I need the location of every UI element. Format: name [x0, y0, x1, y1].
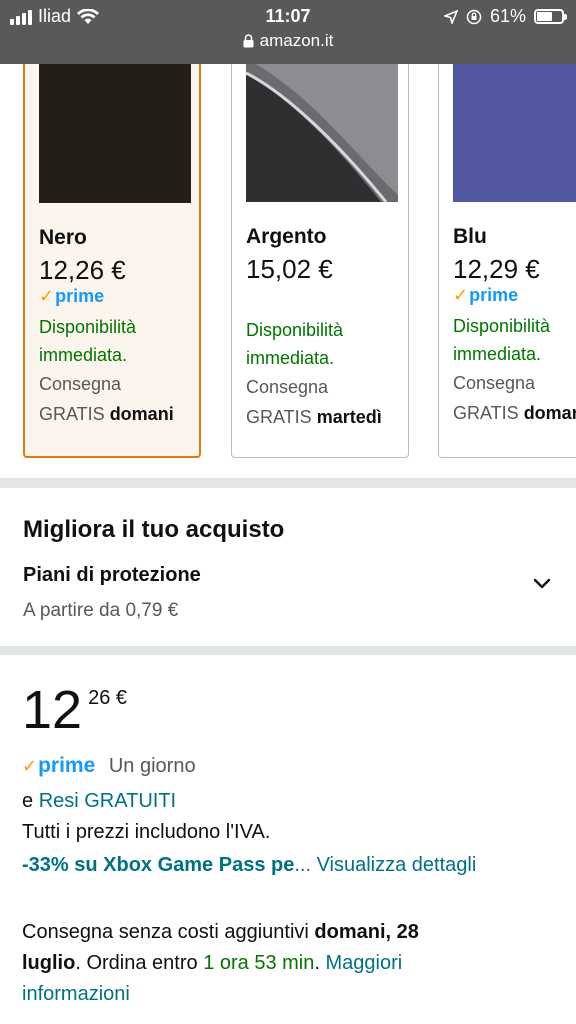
- section-title: Migliora il tuo acquisto: [23, 516, 285, 543]
- prime-delivery-speed: Un giorno: [108, 755, 196, 777]
- swatch-nero: [39, 64, 191, 203]
- url-text: amazon.it: [259, 31, 334, 50]
- prime-delivery-line: ✓ prime Un giorno: [22, 755, 196, 778]
- more-info-link[interactable]: Maggiori: [325, 952, 402, 974]
- availability: Disponibilità immediata.: [246, 320, 344, 368]
- variant-image: [25, 64, 199, 216]
- delivery-line-2: luglio. Ordina entro 1 ora 53 min. Maggi…: [22, 952, 403, 974]
- section-divider: [0, 646, 576, 655]
- variant-price: 12,26 €: [39, 255, 126, 285]
- delivery-line-3: informazioni: [22, 983, 130, 1006]
- variant-image: [232, 64, 408, 215]
- more-info-link-cont[interactable]: informazioni: [22, 983, 130, 1005]
- prime-check-icon: ✓: [39, 286, 55, 306]
- price-whole: 12: [22, 680, 83, 740]
- prime-badge: ✓ prime: [39, 286, 105, 306]
- variant-name: Blu: [453, 225, 487, 248]
- improve-purchase-section: Migliora il tuo acquisto Piani di protez…: [0, 486, 576, 648]
- promo-text: -33% su Xbox Game Pass pe: [22, 854, 295, 876]
- vat-note: Tutti i prezzi includono l'IVA.: [22, 821, 271, 843]
- delivery-line-1: Consegna senza costi aggiuntivi domani, …: [22, 921, 419, 943]
- order-countdown: 1 ora 53 min: [203, 952, 315, 974]
- variant-card-argento[interactable]: Argento 15,02 € Disponibilità immediata. …: [231, 64, 409, 458]
- address-bar[interactable]: amazon.it: [0, 31, 576, 51]
- variant-card-nero[interactable]: Nero 12,26 € ✓ prime Disponibilità immedia…: [23, 64, 201, 458]
- variant-selector: Nero 12,26 € ✓ prime Disponibilità immedia…: [0, 64, 576, 464]
- delivery-info: ConsegnaGRATIS domani: [39, 374, 174, 424]
- prime-check-icon: ✓: [453, 285, 469, 305]
- variant-name: Argento: [246, 225, 327, 248]
- protection-plan-title[interactable]: Piani di protezione: [23, 564, 201, 587]
- chevron-down-icon[interactable]: [532, 574, 552, 594]
- variant-name: Nero: [39, 226, 87, 249]
- prime-badge: ✓ prime: [22, 754, 96, 777]
- availability: Disponibilità immediata.: [39, 317, 137, 365]
- promo-line: -33% su Xbox Game Pass pe... Visualizza …: [22, 854, 476, 877]
- price-fraction: 26 €: [88, 687, 128, 709]
- swatch-argento: [246, 64, 398, 202]
- swatch-blu: [453, 64, 576, 202]
- location-arrow-icon: [443, 9, 458, 24]
- battery-percent: 61%: [489, 6, 526, 26]
- view-details-link[interactable]: ... Visualizza dettagli: [294, 854, 476, 876]
- status-right: 61%: [443, 6, 567, 27]
- prime-badge: ✓ prime: [453, 285, 519, 305]
- delivery-date: domani, 28: [314, 921, 419, 943]
- variant-price: 12,29 €: [453, 254, 540, 284]
- delivery-info: Consegna GRATIS martedì: [246, 377, 382, 427]
- free-returns-link[interactable]: Resi GRATUITI: [39, 790, 176, 812]
- prime-check-icon: ✓: [22, 756, 38, 776]
- protection-plan-price: A partire da 0,79 €: [23, 600, 179, 621]
- variant-card-blu[interactable]: Blu 12,29 € ✓ prime Disponibilità immediat…: [438, 64, 576, 458]
- variant-image: [439, 64, 576, 215]
- returns-line: e Resi GRATUITI: [22, 790, 177, 812]
- status-bar: Iliad 11:07 61% amazon.it: [0, 0, 576, 64]
- battery-icon: [534, 9, 567, 24]
- variant-price: 15,02 €: [246, 254, 333, 284]
- rotation-lock-icon: [466, 9, 482, 24]
- main-price: 12 26 €: [22, 681, 127, 739]
- delivery-info: ConsegnaGRATIS domani: [453, 373, 576, 423]
- lock-icon: [243, 34, 254, 48]
- availability: Disponibilità immediata.: [453, 316, 551, 364]
